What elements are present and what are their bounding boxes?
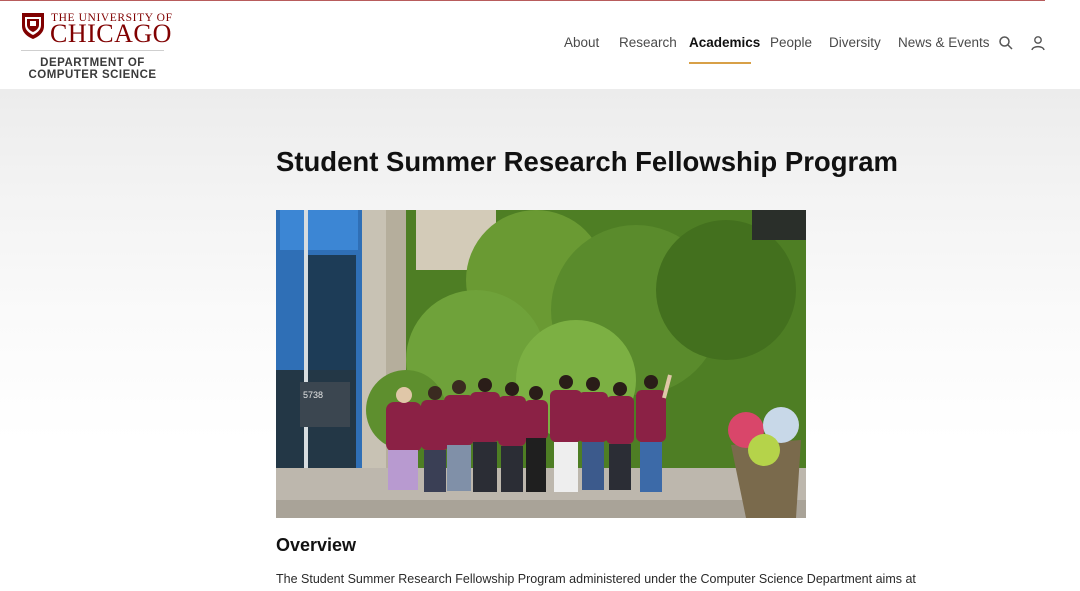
nav-diversity[interactable]: Diversity	[829, 35, 881, 50]
page-title: Student Summer Research Fellowship Progr…	[276, 146, 898, 177]
logo-dept-line2: COMPUTER SCIENCE	[28, 69, 157, 81]
search-icon[interactable]	[998, 35, 1014, 51]
group-photo-illustration: 5738	[276, 210, 806, 518]
nav-news-events[interactable]: News & Events	[898, 35, 990, 50]
main-nav: About Research Academics People Diversit…	[0, 35, 1080, 65]
user-icon[interactable]	[1030, 35, 1046, 51]
section-heading-overview: Overview	[276, 535, 357, 555]
overview-paragraph: The Student Summer Research Fellowship P…	[276, 572, 916, 586]
building-number: 5738	[303, 390, 323, 400]
active-nav-underline	[689, 62, 751, 64]
group-photo: 5738	[276, 210, 806, 518]
nav-academics[interactable]: Academics	[689, 35, 760, 50]
nav-research[interactable]: Research	[619, 35, 677, 50]
nav-people[interactable]: People	[770, 35, 812, 50]
nav-about[interactable]: About	[564, 35, 599, 50]
site-header: THE UNIVERSITY OF CHICAGO DEPARTMENT OF …	[0, 1, 1080, 89]
